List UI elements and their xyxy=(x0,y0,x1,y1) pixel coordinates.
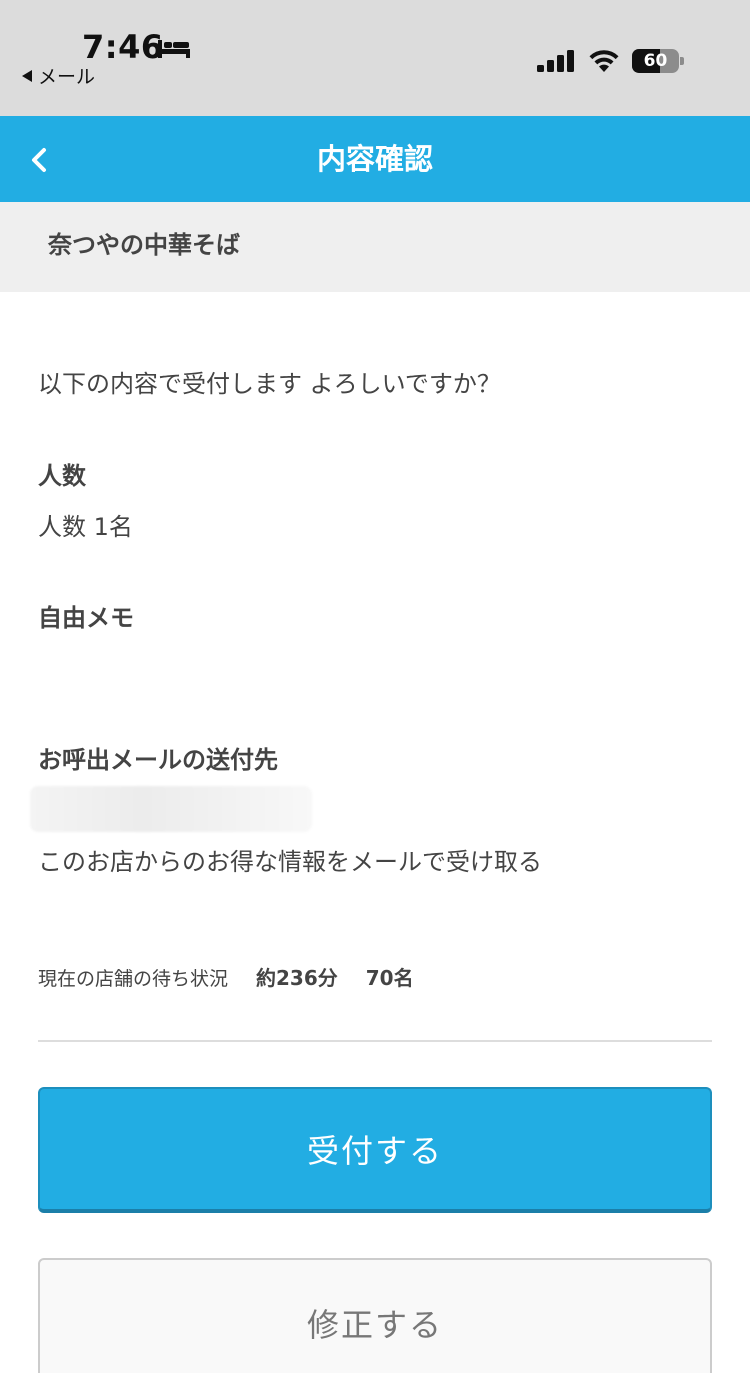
submit-button[interactable]: 受付する xyxy=(38,1087,712,1213)
page-title: 内容確認 xyxy=(316,142,433,176)
battery-icon: 60 xyxy=(632,49,684,73)
wait-status-label: 現在の店舗の待ち状況 xyxy=(38,968,229,990)
confirm-prompt: 以下の内容で受付します よろしいですか？ xyxy=(38,370,501,398)
edit-button[interactable]: 修正する xyxy=(38,1258,712,1373)
back-app-label: メール xyxy=(38,66,96,88)
back-triangle-icon xyxy=(22,69,32,82)
status-time: 7:46 xyxy=(82,28,164,66)
promo-email-option: このお店からのお得な情報をメールで受け取る xyxy=(38,848,542,876)
bed-icon xyxy=(158,40,190,58)
back-to-app-link[interactable]: メール xyxy=(22,62,95,89)
wait-count: 70名 xyxy=(365,966,414,990)
memo-label: 自由メモ xyxy=(38,604,134,632)
people-value: 人数 1名 xyxy=(38,513,133,541)
wifi-icon xyxy=(589,50,619,72)
store-banner: 奈つやの中華そば xyxy=(0,202,750,292)
battery-level: 60 xyxy=(643,51,668,71)
wait-time: 約236分 xyxy=(256,966,338,990)
wait-status: 現在の店舗の待ち状況 約236分 70名 xyxy=(38,962,414,991)
store-name: 奈つやの中華そば xyxy=(48,231,240,259)
cellular-signal-icon xyxy=(537,50,574,72)
people-label: 人数 xyxy=(38,462,86,490)
status-bar: 7:46 メール 60 xyxy=(0,0,750,116)
app-header: 内容確認 xyxy=(0,116,750,202)
email-label: お呼出メールの送付先 xyxy=(38,746,278,774)
divider xyxy=(38,1040,712,1042)
email-value-redacted xyxy=(30,786,312,832)
